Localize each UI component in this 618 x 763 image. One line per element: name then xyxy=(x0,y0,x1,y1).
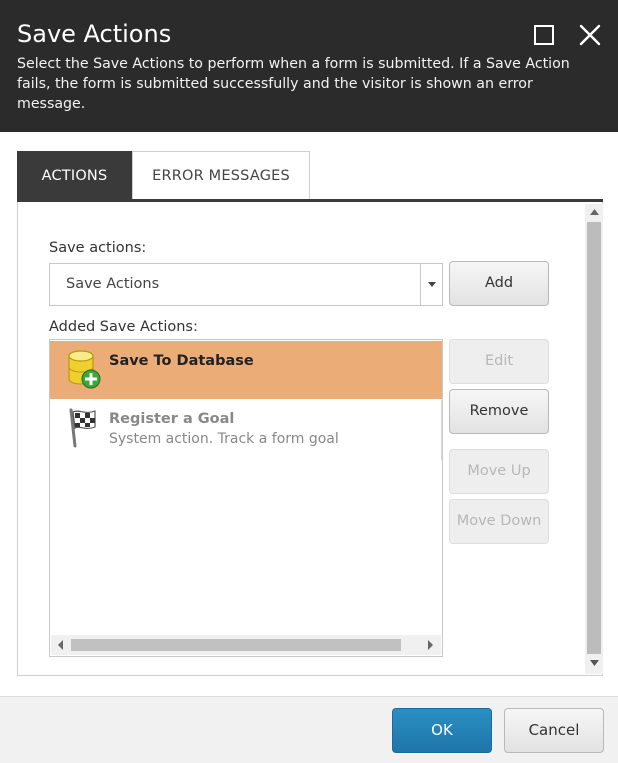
ok-button[interactable]: OK xyxy=(392,708,492,753)
tab-error-messages[interactable]: ERROR MESSAGES xyxy=(132,151,310,201)
scrollbar-thumb[interactable] xyxy=(71,639,401,651)
close-button[interactable] xyxy=(578,22,604,48)
chevron-down-icon xyxy=(428,282,436,287)
list-item-register-a-goal[interactable]: Register a Goal System action. Track a f… xyxy=(50,400,442,458)
save-actions-selected-value: Save Actions xyxy=(66,276,160,292)
checkered-flag-icon xyxy=(69,408,96,448)
maximize-icon xyxy=(534,25,554,45)
save-actions-dropdown[interactable]: Save Actions xyxy=(49,263,443,306)
dialog-description: Select the Save Actions to perform when … xyxy=(17,56,570,112)
list-divider xyxy=(441,400,442,460)
maximize-button[interactable] xyxy=(533,22,559,48)
dropdown-separator xyxy=(420,264,421,305)
database-add-icon xyxy=(68,350,101,389)
added-save-actions-label: Added Save Actions: xyxy=(49,319,198,335)
list-item-name: Save To Database xyxy=(109,353,254,369)
cancel-button[interactable]: Cancel xyxy=(504,708,604,753)
scrollbar-thumb[interactable] xyxy=(587,222,601,654)
close-icon xyxy=(579,24,601,46)
scroll-left-icon[interactable] xyxy=(57,640,64,650)
move-up-button[interactable]: Move Up xyxy=(449,449,549,494)
list-item-save-to-database[interactable]: Save To Database xyxy=(50,341,442,399)
list-horizontal-scrollbar[interactable] xyxy=(51,635,441,655)
tab-actions[interactable]: ACTIONS xyxy=(17,151,132,201)
scroll-down-icon[interactable] xyxy=(590,660,599,666)
save-actions-label: Save actions: xyxy=(49,240,147,256)
list-item-name: Register a Goal xyxy=(109,411,235,427)
dialog-header: Save Actions Select the Save Actions to … xyxy=(0,0,618,132)
panel-vertical-scrollbar[interactable] xyxy=(585,204,603,674)
remove-button[interactable]: Remove xyxy=(449,389,549,434)
dialog-title: Save Actions xyxy=(17,20,172,48)
edit-button[interactable]: Edit xyxy=(449,339,549,384)
scroll-right-icon[interactable] xyxy=(427,640,434,650)
list-item-description: System action. Track a form goal xyxy=(109,431,339,447)
move-down-button[interactable]: Move Down xyxy=(449,499,549,544)
add-button[interactable]: Add xyxy=(449,261,549,306)
added-save-actions-list[interactable]: Save To Database Register a Goal System … xyxy=(49,339,443,657)
scroll-up-icon[interactable] xyxy=(590,209,599,215)
